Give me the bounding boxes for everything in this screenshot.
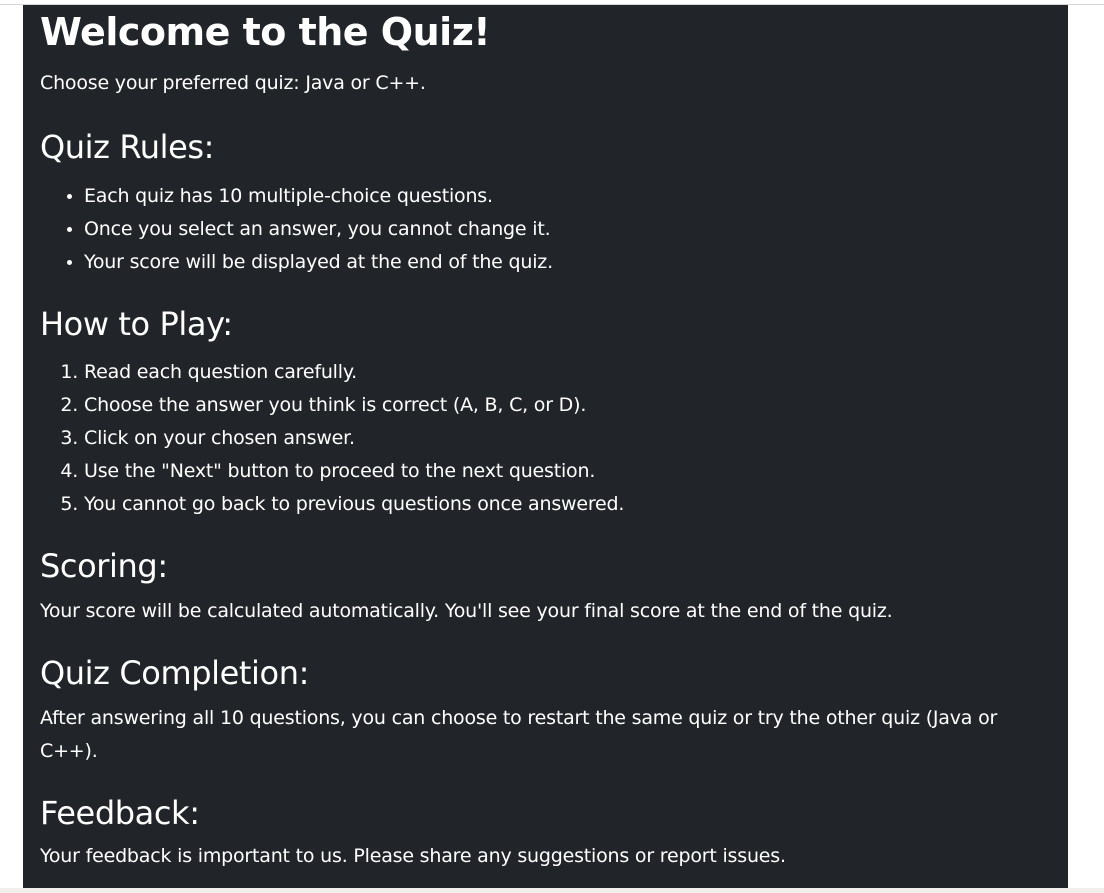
completion-text: After answering all 10 questions, you ca… — [40, 707, 998, 762]
bottom-border — [0, 888, 1104, 893]
rules-list: Each quiz has 10 multiple-choice questio… — [40, 180, 1051, 279]
howto-item: Choose the answer you think is correct (… — [84, 389, 1051, 422]
scoring-text: Your score will be calculated automatica… — [40, 600, 893, 622]
rules-heading: Quiz Rules: — [40, 128, 215, 166]
rules-item: Each quiz has 10 multiple-choice questio… — [84, 180, 1051, 213]
feedback-heading: Feedback: — [40, 794, 200, 832]
howto-item: Read each question carefully. — [84, 356, 1051, 389]
quiz-info-panel: Welcome to the Quiz! Choose your preferr… — [23, 5, 1068, 888]
feedback-text: Your feedback is important to us. Please… — [40, 845, 786, 867]
howto-item: Use the "Next" button to proceed to the … — [84, 455, 1051, 488]
quiz-choice-text: Choose your preferred quiz: Java or C++. — [40, 72, 426, 94]
page-title: Welcome to the Quiz! — [40, 10, 491, 54]
completion-heading: Quiz Completion: — [40, 654, 309, 692]
scoring-heading: Scoring: — [40, 547, 168, 585]
howto-item: Click on your chosen answer. — [84, 422, 1051, 455]
rules-item: Your score will be displayed at the end … — [84, 246, 1051, 279]
howto-heading: How to Play: — [40, 305, 233, 343]
howto-list: Read each question carefully. Choose the… — [40, 356, 1051, 521]
rules-item: Once you select an answer, you cannot ch… — [84, 213, 1051, 246]
howto-item: You cannot go back to previous questions… — [84, 488, 1051, 521]
